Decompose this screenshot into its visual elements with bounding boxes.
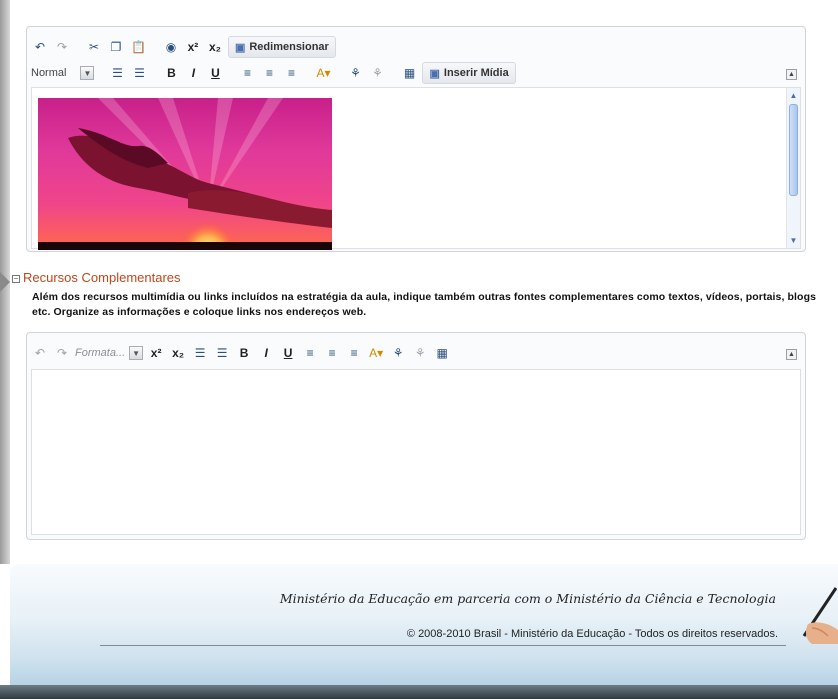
section-title: Recursos Complementares [23,270,181,285]
site-footer: Ministério da Educação em parceria com o… [0,564,838,699]
underline-button[interactable]: U [206,63,224,83]
superscript-icon[interactable]: x² [147,343,165,363]
format-select-placeholder: Formata... [75,347,126,359]
pen-hand-icon [802,587,838,644]
footer-bottom-band [0,685,838,699]
resize-button[interactable]: ▣ Redimensionar [227,36,336,58]
redo-icon[interactable]: ↷ [53,343,71,363]
bold-button[interactable]: B [162,63,180,83]
footer-tagline: Ministério da Educação em parceria com o… [279,591,776,606]
undo-icon[interactable]: ↶ [31,37,49,57]
editor-toolbar-row-1: ↶ ↷ ✂ ❐ 📋 ◉ x² x₂ ▣ Redimensionar [31,36,801,58]
align-left-icon[interactable]: ≡ [238,63,256,83]
link-icon[interactable]: ⚘ [389,343,407,363]
resize-label: Redimensionar [249,41,329,53]
chevron-down-icon: ▼ [80,66,95,80]
format-select[interactable]: Formata... ▼ [75,343,144,363]
align-right-icon[interactable]: ≡ [282,63,300,83]
insert-media-button[interactable]: ▣ Inserir Mídia [422,62,516,84]
editor-toolbar: ↶ ↷ Formata... ▼ x² x₂ ☰ ☰ B I U ≡ ≡ ≡ A… [31,342,801,364]
section-description: Além dos recursos multimídia ou links in… [32,291,817,318]
strategy-editor-content[interactable]: ▲ ▼ [31,87,801,250]
bold-button[interactable]: B [235,343,253,363]
format-select[interactable]: Normal ▼ [31,63,95,83]
text-color-icon[interactable]: A▾ [314,63,332,83]
unlink-icon[interactable]: ⚘ [368,63,386,83]
footer-copyright: © 2008-2010 Brasil - Ministério da Educa… [406,628,778,640]
numbered-list-icon[interactable]: ☰ [213,343,231,363]
find-icon[interactable]: ◉ [162,37,180,57]
strategy-editor: ↶ ↷ ✂ ❐ 📋 ◉ x² x₂ ▣ Redimensionar Normal… [26,26,806,252]
text-color-icon[interactable]: A▾ [367,343,385,363]
sunset-image [38,98,332,250]
scroll-thumb[interactable] [789,104,798,196]
italic-button[interactable]: I [257,343,275,363]
align-right-icon[interactable]: ≡ [345,343,363,363]
align-center-icon[interactable]: ≡ [260,63,278,83]
undo-icon[interactable]: ↶ [31,343,49,363]
cut-icon[interactable]: ✂ [85,37,103,57]
toolbar-collapse-icon[interactable]: ▲ [786,349,797,360]
align-center-icon[interactable]: ≡ [323,343,341,363]
bulleted-list-icon[interactable]: ☰ [108,63,126,83]
numbered-list-icon[interactable]: ☰ [130,63,148,83]
subscript-icon[interactable]: x₂ [169,343,187,363]
underline-button[interactable]: U [279,343,297,363]
format-select-value: Normal [31,67,67,79]
media-icon: ▣ [429,67,440,80]
editor-toolbar-row-2: Normal ▼ ☰ ☰ B I U ≡ ≡ ≡ A▾ ⚘ ⚘ ▦ ▣ Inse… [31,62,801,84]
footer-divider [100,645,786,646]
unlink-icon[interactable]: ⚘ [411,343,429,363]
collapse-minus-icon[interactable]: − [12,275,20,283]
subscript-icon[interactable]: x₂ [206,37,224,57]
table-icon[interactable]: ▦ [400,63,418,83]
link-icon[interactable]: ⚘ [346,63,364,83]
copy-icon[interactable]: ❐ [107,37,125,57]
resize-icon: ▣ [234,41,246,54]
editor-scrollbar[interactable]: ▲ ▼ [786,88,800,248]
complementary-resources-content[interactable] [31,369,801,535]
scroll-up-icon[interactable]: ▲ [787,89,800,102]
table-icon[interactable]: ▦ [433,343,451,363]
section-pointer-icon [0,272,10,292]
italic-button[interactable]: I [184,63,202,83]
scroll-down-icon[interactable]: ▼ [787,234,800,247]
paste-icon[interactable]: 📋 [129,37,148,57]
section-header[interactable]: − Recursos Complementares [12,270,181,285]
superscript-icon[interactable]: x² [184,37,202,57]
complementary-resources-editor: ↶ ↷ Formata... ▼ x² x₂ ☰ ☰ B I U ≡ ≡ ≡ A… [26,332,806,540]
align-left-icon[interactable]: ≡ [301,343,319,363]
bulleted-list-icon[interactable]: ☰ [191,343,209,363]
insert-media-label: Inserir Mídia [443,67,509,79]
chevron-down-icon: ▼ [129,346,144,360]
redo-icon[interactable]: ↷ [53,37,71,57]
toolbar-collapse-icon[interactable]: ▲ [786,69,797,80]
